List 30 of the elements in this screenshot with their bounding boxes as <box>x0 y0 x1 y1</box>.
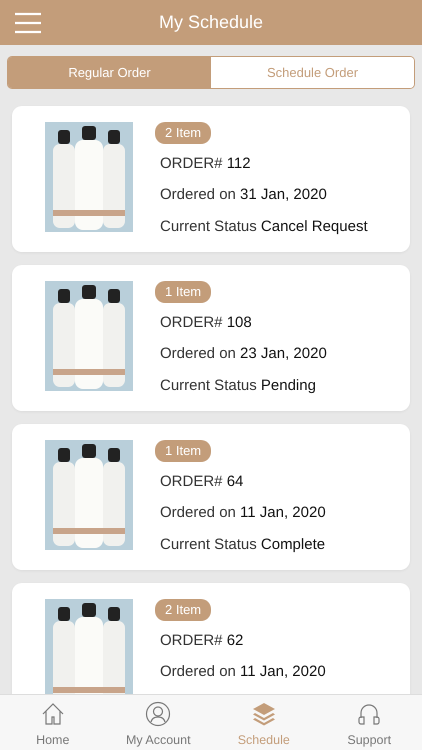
tab-bar-item[interactable]: My Account <box>106 695 211 750</box>
item-count-badge: 2 Item <box>155 599 212 620</box>
tab-bar-item[interactable]: Support <box>316 695 422 750</box>
order-number: ORDER# 64 <box>160 472 244 492</box>
item-count-badge: 2 Item <box>155 122 212 144</box>
menu-icon <box>14 12 42 34</box>
item-count-badge: 1 Item <box>155 281 212 302</box>
order-status: Current Status Pending <box>160 376 316 396</box>
order-number: ORDER# 112 <box>160 154 251 174</box>
order-card[interactable]: 2 Item ORDER# 62 Ordered on 11 Jan, 2020 <box>12 583 410 694</box>
order-card[interactable]: 2 Item ORDER# 112 Ordered on 31 Jan, 2020 Current Status Cancel Request <box>12 106 410 252</box>
page-title: My Schedule <box>158 11 264 34</box>
order-date: Ordered on 11 Jan, 2020 <box>160 503 326 523</box>
order-date: Ordered on 31 Jan, 2020 <box>160 185 327 205</box>
order-date: Ordered on 23 Jan, 2020 <box>160 344 327 364</box>
order-card[interactable]: 1 Item ORDER# 64 Ordered on 11 Jan, 2020 Current Status Complete <box>12 424 410 570</box>
tab-bar-item[interactable]: Schedule <box>211 695 316 750</box>
order-status: Current Status Complete <box>160 534 326 554</box>
person-icon <box>145 701 172 727</box>
menu-button[interactable] <box>14 11 42 33</box>
order-date: Ordered on 11 Jan, 2020 <box>160 662 326 682</box>
segment-tab[interactable]: Regular Order <box>8 57 211 88</box>
tab-bar-item[interactable]: Home <box>0 695 106 750</box>
order-card[interactable]: 1 Item ORDER# 108 Ordered on 23 Jan, 2020 Current Status Pending <box>12 265 410 411</box>
segment-tab[interactable]: Schedule Order <box>211 57 414 88</box>
layers-icon <box>250 701 277 727</box>
order-number: ORDER# 108 <box>160 312 252 332</box>
order-status: Current Status Cancel Request <box>160 216 368 236</box>
item-count-badge: 1 Item <box>155 440 212 462</box>
order-number: ORDER# 62 <box>160 630 244 650</box>
